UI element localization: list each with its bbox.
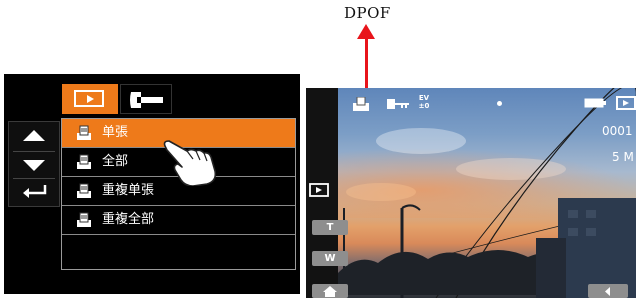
photo-scene: [338, 88, 636, 298]
playback-button[interactable]: [309, 183, 329, 197]
menu-item-label: 单張: [102, 125, 129, 140]
home-icon: [323, 286, 337, 297]
dpof-icon: [353, 97, 369, 111]
zoom-tele-button[interactable]: T: [312, 220, 348, 235]
menu-item-repeat-all[interactable]: 重複全部: [62, 206, 295, 235]
menu-item-label: 重複全部: [102, 212, 155, 227]
battery-icon: [584, 98, 606, 108]
protect-icon: [387, 99, 409, 109]
dot-icon: [497, 101, 502, 106]
menu-item-label: 全部: [102, 154, 129, 169]
print-icon: [77, 183, 91, 198]
dpof-annotation-label: DPOF: [344, 4, 391, 22]
file-number: 0001: [602, 124, 633, 138]
menu-navigation: [8, 121, 60, 207]
photo-preview-screen: EV ±0 0001 5 M T W: [306, 88, 636, 298]
tab-setup[interactable]: [120, 84, 172, 114]
return-icon[interactable]: [21, 184, 49, 198]
annotation-arrow-shaft: [365, 37, 368, 91]
print-icon: [77, 154, 91, 169]
down-arrow-icon[interactable]: [23, 160, 45, 171]
wrench-icon: [130, 92, 163, 108]
menu-item-label: 重複单張: [102, 183, 155, 198]
dpof-menu-screen: 单張 全部 重複单張 重複全部: [4, 74, 300, 294]
play-icon: [74, 90, 104, 107]
home-button[interactable]: [312, 284, 348, 298]
tab-playback[interactable]: [62, 84, 118, 114]
ev-icon: EV ±0: [418, 94, 430, 110]
up-arrow-icon[interactable]: [23, 130, 45, 141]
previous-button[interactable]: [588, 284, 628, 298]
pointing-hand-icon: [163, 140, 217, 186]
play-mode-icon: [616, 96, 636, 110]
print-icon: [77, 125, 91, 140]
zoom-wide-button[interactable]: W: [312, 251, 348, 266]
prev-icon: [605, 287, 610, 296]
resolution-label: 5 M: [612, 150, 634, 164]
print-icon: [77, 212, 91, 227]
